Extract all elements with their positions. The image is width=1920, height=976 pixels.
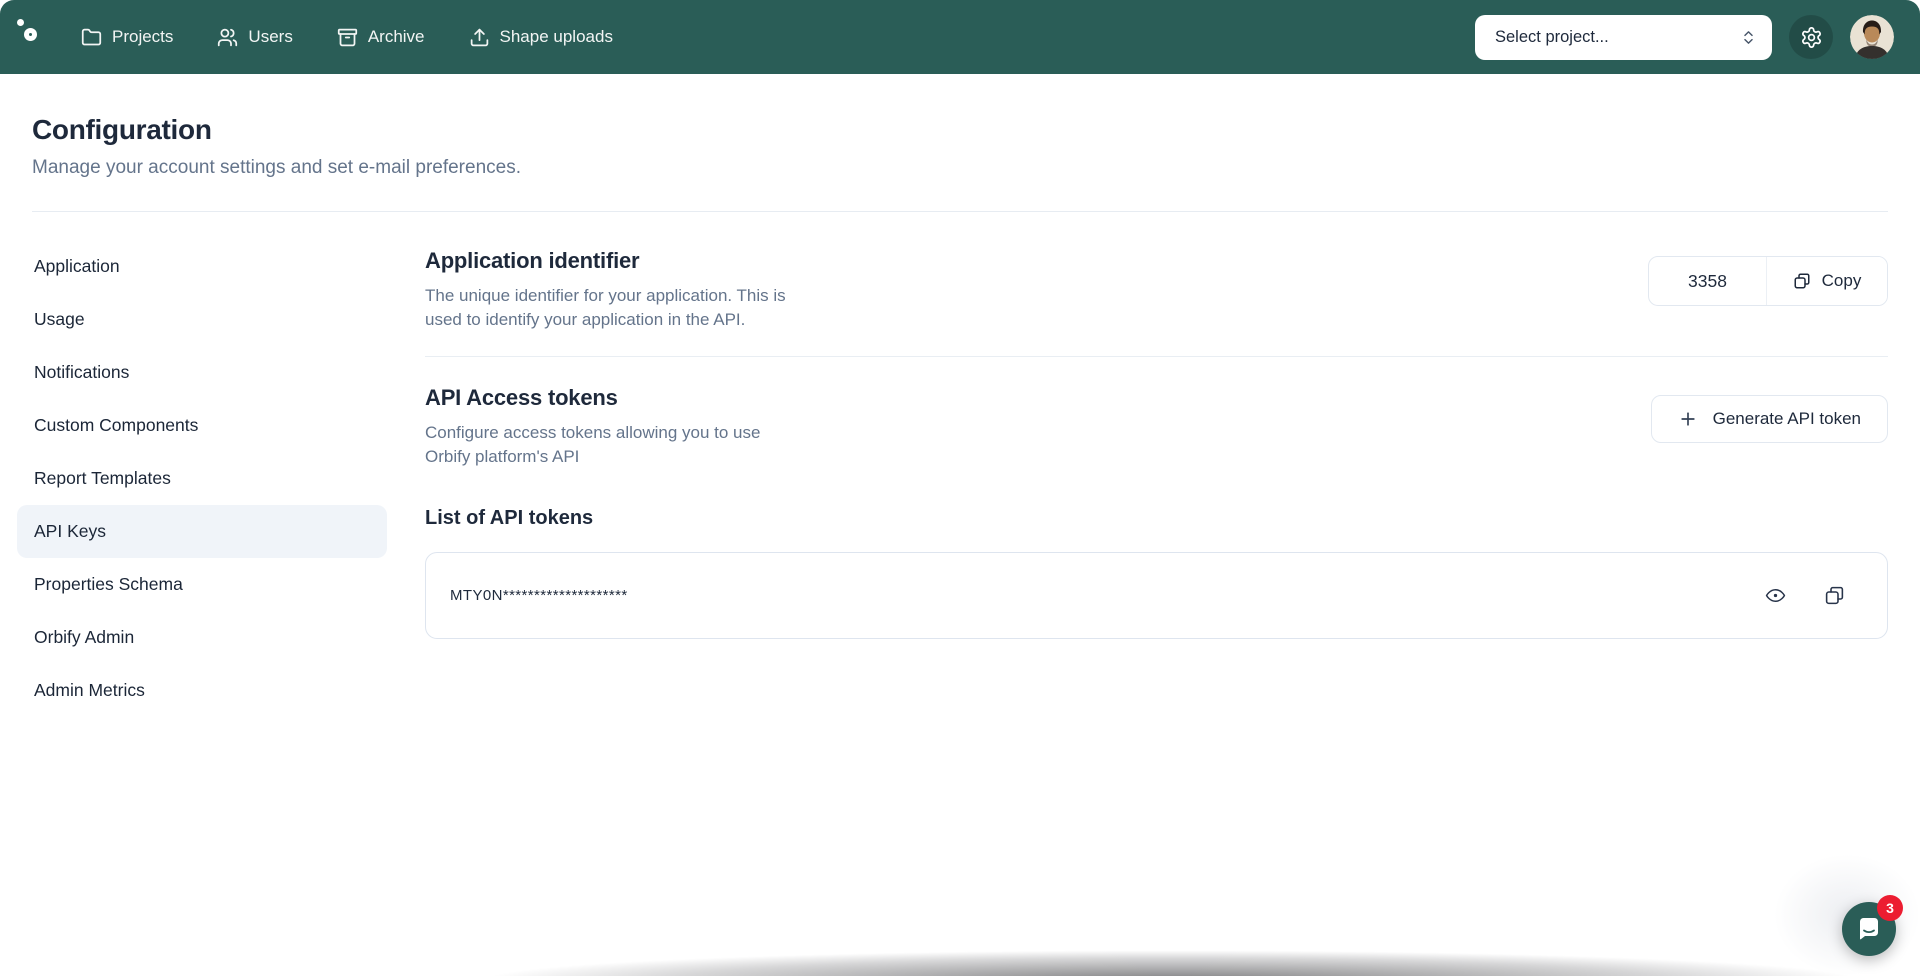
application-id-value: 3358: [1649, 257, 1767, 305]
project-select-value: Select project...: [1495, 27, 1609, 46]
page-subtitle: Manage your account settings and set e-m…: [32, 157, 521, 178]
settings-button[interactable]: [1789, 15, 1833, 59]
section-title: API Access tokens: [425, 385, 618, 410]
chat-unread-badge: 3: [1877, 895, 1903, 921]
plus-icon: [1678, 409, 1698, 429]
users-icon: [217, 27, 238, 48]
section-description: Configure access tokens allowing you to …: [425, 423, 761, 466]
avatar-image: [1850, 15, 1894, 59]
section-divider: [425, 356, 1888, 357]
api-token-row: MTY0N********************: [425, 552, 1888, 639]
project-select[interactable]: Select project...: [1475, 14, 1772, 60]
eye-icon: [1765, 585, 1786, 606]
gear-icon: [1800, 26, 1823, 49]
nav-right-cluster: Select project...: [1475, 14, 1894, 60]
chevrons-up-down-icon: [1740, 29, 1757, 46]
sidebar-item-admin-metrics[interactable]: Admin Metrics: [17, 664, 387, 717]
generate-button-label: Generate API token: [1712, 409, 1861, 428]
upload-icon: [469, 27, 490, 48]
nav-item-label: Archive: [367, 27, 425, 46]
chat-bubble-icon: [1855, 915, 1883, 943]
sidebar-item-notifications[interactable]: Notifications: [17, 346, 387, 399]
copy-button-label: Copy: [1821, 271, 1862, 290]
token-actions: [1765, 585, 1845, 606]
page-title: Configuration: [32, 114, 212, 145]
nav-item-label: Shape uploads: [499, 27, 613, 46]
sidebar-item-report-templates[interactable]: Report Templates: [17, 452, 387, 505]
api-access-tokens-section: API Access tokens Configure access token…: [425, 385, 1888, 469]
copy-application-id-button[interactable]: Copy: [1767, 257, 1887, 305]
primary-nav: Projects Users Archive Shape uploads: [81, 27, 613, 48]
sidebar-item-properties-schema[interactable]: Properties Schema: [17, 558, 387, 611]
section-description: The unique identifier for your applicati…: [425, 286, 786, 329]
sidebar-item-application[interactable]: Application: [17, 240, 387, 293]
configuration-page: Configuration Manage your account settin…: [0, 74, 1920, 717]
application-identifier-section: Application identifier The unique identi…: [425, 248, 1888, 332]
masked-token-value: MTY0N********************: [450, 587, 628, 604]
copy-token-button[interactable]: [1824, 585, 1845, 606]
logo-dot: [17, 19, 24, 26]
top-navigation: Projects Users Archive Shape uploads Sel…: [0, 0, 1920, 74]
nav-item-label: Projects: [112, 27, 174, 46]
reveal-token-button[interactable]: [1765, 585, 1786, 606]
copy-icon: [1793, 272, 1811, 290]
archive-icon: [337, 27, 358, 48]
nav-item-projects[interactable]: Projects: [81, 27, 173, 48]
sidebar-item-api-keys[interactable]: API Keys: [17, 505, 387, 558]
nav-item-label: Users: [248, 27, 293, 46]
logo-ring: [24, 28, 37, 41]
chat-launcher-button[interactable]: 3: [1842, 895, 1903, 956]
application-id-group: 3358 Copy: [1648, 256, 1888, 306]
copy-icon: [1824, 585, 1845, 606]
folder-icon: [81, 27, 102, 48]
sidebar-item-usage[interactable]: Usage: [17, 293, 387, 346]
api-keys-panel: Application identifier The unique identi…: [425, 240, 1888, 639]
generate-api-token-button[interactable]: Generate API token: [1650, 395, 1888, 443]
token-list-title: List of API tokens: [425, 507, 594, 529]
section-title: Application identifier: [425, 248, 640, 273]
nav-item-archive[interactable]: Archive: [337, 27, 425, 48]
user-avatar[interactable]: [1850, 15, 1894, 59]
orbify-logo[interactable]: [13, 0, 55, 74]
nav-item-users[interactable]: Users: [217, 27, 293, 48]
sidebar-item-custom-components[interactable]: Custom Components: [17, 399, 387, 452]
settings-sidebar: Application Usage Notifications Custom C…: [17, 240, 387, 717]
window-bottom-shadow: [0, 950, 1920, 976]
nav-item-shape-uploads[interactable]: Shape uploads: [469, 27, 613, 48]
sidebar-item-orbify-admin[interactable]: Orbify Admin: [17, 611, 387, 664]
